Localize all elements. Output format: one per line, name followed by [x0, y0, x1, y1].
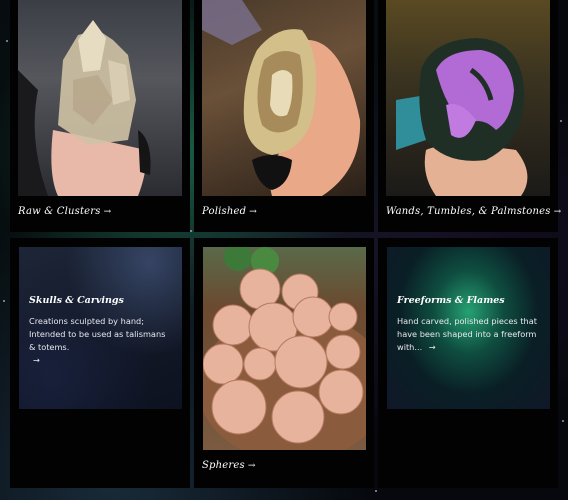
wands-tumbles-title[interactable]: Wands, Tumbles, & Palmstones → — [386, 206, 561, 217]
category-card-freeforms-flames[interactable]: Freeforms & Flames Hand carved, polished… — [378, 238, 558, 488]
spheres-image[interactable] — [203, 247, 366, 450]
freeforms-flames-description: Hand carved, polished pieces that have b… — [397, 316, 537, 352]
wands-tumbles-image[interactable] — [386, 0, 550, 196]
arrow-right-icon[interactable]: → — [429, 342, 436, 352]
spheres-title[interactable]: Spheres → — [202, 460, 256, 471]
raw-clusters-title[interactable]: Raw & Clusters → — [18, 206, 111, 217]
arrow-right-icon: → — [553, 207, 562, 217]
skulls-carvings-title[interactable]: Skulls & Carvings — [29, 295, 124, 306]
freeforms-flames-panel[interactable]: Freeforms & Flames Hand carved, polished… — [387, 247, 550, 409]
skulls-carvings-description: Creations sculpted by hand; Intended to … — [29, 316, 166, 365]
arrow-right-icon: → — [103, 207, 112, 217]
palmstone-illustration — [396, 38, 528, 196]
spheres-illustration — [203, 247, 366, 450]
category-card-skulls-carvings[interactable]: Skulls & Carvings Creations sculpted by … — [10, 238, 190, 488]
skulls-carvings-panel[interactable]: Skulls & Carvings Creations sculpted by … — [19, 247, 182, 409]
category-card-spheres[interactable]: Spheres → — [194, 238, 374, 488]
arrow-right-icon: → — [249, 207, 257, 217]
raw-clusters-image[interactable] — [18, 0, 182, 196]
agate-slice-illustration — [202, 0, 361, 196]
category-card-raw-clusters[interactable]: Raw & Clusters → — [10, 0, 190, 232]
category-card-wands-tumbles-palmstones[interactable]: Wands, Tumbles, & Palmstones → — [378, 0, 561, 232]
freeforms-flames-title[interactable]: Freeforms & Flames — [397, 295, 505, 306]
polished-image[interactable] — [202, 0, 366, 196]
arrow-right-icon: → — [247, 461, 256, 471]
quartz-cluster-illustration — [18, 20, 151, 196]
polished-title[interactable]: Polished → — [202, 206, 257, 217]
category-card-polished[interactable]: Polished → — [194, 0, 374, 232]
arrow-right-icon[interactable]: → — [33, 355, 40, 365]
